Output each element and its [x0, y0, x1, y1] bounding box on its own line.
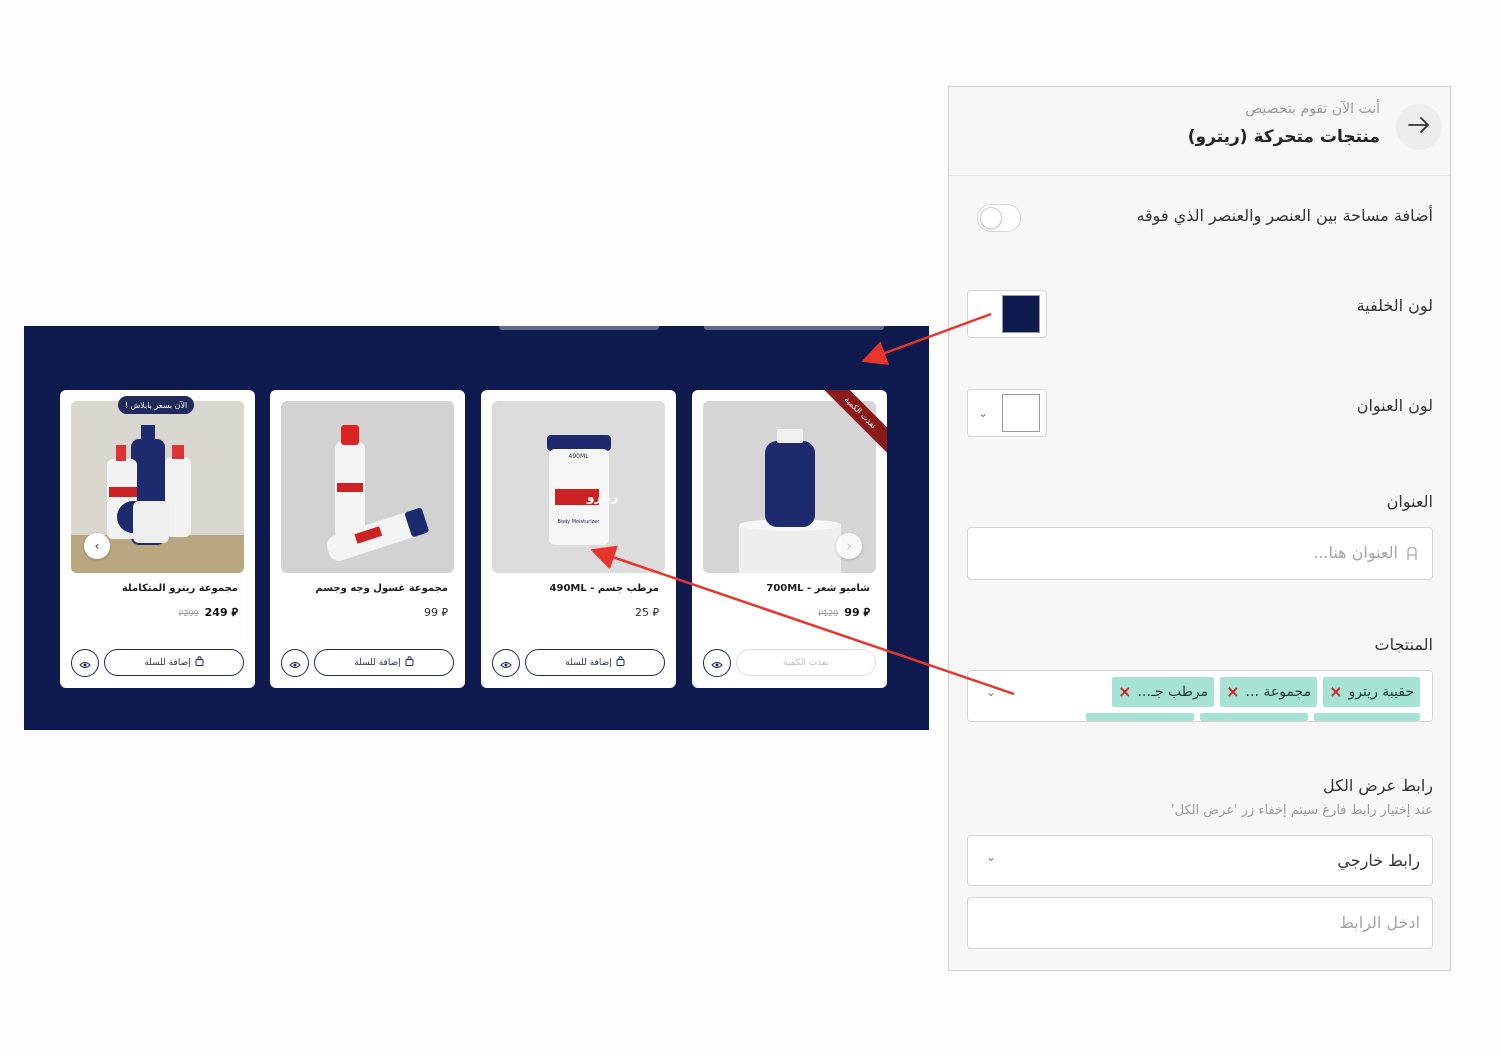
jar-size-label: 490ML	[568, 453, 589, 460]
quick-view-button[interactable]	[281, 649, 309, 677]
title-input[interactable]: العنوان هنا...	[967, 527, 1433, 580]
add-to-cart-label: إضافة للسلة	[144, 657, 191, 668]
faded-text-line	[704, 326, 884, 330]
product-name[interactable]: مرطب جسم - 490ML	[550, 583, 659, 594]
product-image[interactable]	[492, 401, 665, 573]
price-row: ⃁ 99 ⃁129	[818, 606, 870, 620]
overflow-tag	[1086, 713, 1194, 721]
quick-view-button[interactable]	[492, 649, 520, 677]
title-input-placeholder: العنوان هنا...	[1313, 543, 1398, 562]
add-to-cart-button[interactable]: إضافة للسلة	[104, 649, 244, 676]
title-color-picker[interactable]: ⌄	[967, 389, 1047, 437]
quick-view-button[interactable]	[703, 649, 731, 677]
currency-icon: ⃁	[231, 606, 238, 619]
product-card[interactable]: مجموعة غسول وجه وجسم ⃁ 99 إضافة للسلة	[270, 390, 465, 688]
bg-color-picker[interactable]	[967, 290, 1047, 338]
sold-out-label: نفذت الكمية	[782, 657, 830, 668]
product-tag-label: مرطب جـ...	[1137, 684, 1209, 700]
bag-icon	[195, 656, 204, 669]
price-current: ⃁ 25	[634, 606, 659, 619]
eye-icon	[500, 654, 512, 673]
product-card[interactable]: الآن بسعر بابلاش ! ‹ مجموعة ريترو المتكا…	[60, 390, 255, 688]
product-card[interactable]: نفذت الكمية › شامبو شعر - 700ML ⃁ 99 ⃁12…	[692, 390, 887, 688]
slider-prev-arrow[interactable]: ‹	[84, 533, 110, 559]
customize-panel: أنت الآن تقوم بتخصيص منتجات متحركة (ريتر…	[948, 86, 1451, 971]
currency-icon: ⃁	[652, 606, 659, 619]
product-name[interactable]: مجموعة ريترو المتكاملة	[122, 583, 238, 594]
jar-product-label: Body Moisturizer	[557, 519, 600, 525]
price-old: ⃁299	[178, 609, 199, 618]
currency-icon: ⃁	[863, 606, 870, 619]
add-to-cart-button[interactable]: إضافة للسلة	[314, 649, 454, 676]
price-row: ⃁ 99	[424, 606, 448, 620]
spacing-toggle-label: أضافة مساحة بين العنصر والعنصر الذي فوقه	[1136, 206, 1433, 225]
quick-view-button[interactable]	[71, 649, 99, 677]
bg-color-label: لون الخلفية	[1356, 296, 1433, 315]
products-multiselect[interactable]: حقيبة ريترو × مجموعة ... × مرطب جـ... × ⌄	[967, 670, 1433, 722]
link-type-value: رابط خارجي	[1337, 851, 1420, 870]
slider-preview: الآن بسعر بابلاش ! ‹ مجموعة ريترو المتكا…	[24, 326, 929, 730]
title-field-label: العنوان	[1386, 492, 1433, 511]
sold-out-button[interactable]: نفذت الكمية	[736, 649, 876, 676]
jar-brand-wordmark: ريترو	[587, 490, 619, 504]
product-name[interactable]: شامبو شعر - 700ML	[766, 583, 870, 594]
eye-icon	[79, 654, 91, 673]
link-url-placeholder: ادخل الرابط	[1339, 913, 1420, 932]
arrow-right-icon	[1407, 117, 1431, 137]
product-image[interactable]	[281, 401, 454, 573]
overflow-tag	[1200, 713, 1308, 721]
chevron-down-icon: ⌄	[986, 850, 997, 864]
products-label: المنتجات	[1374, 635, 1434, 654]
price-current: ⃁ 99	[423, 606, 448, 619]
chevron-down-icon: ⌄	[978, 406, 989, 420]
remove-x-icon[interactable]: ×	[1226, 684, 1239, 700]
add-to-cart-label: إضافة للسلة	[354, 657, 401, 668]
product-tag[interactable]: مجموعة ... ×	[1220, 677, 1318, 707]
product-tags: حقيبة ريترو × مجموعة ... × مرطب جـ... ×	[1112, 677, 1420, 707]
view-all-hint: عند إختيار رابط فارغ سيتم إخفاء زر 'عرض …	[1171, 803, 1433, 818]
add-to-cart-button[interactable]: إضافة للسلة	[525, 649, 665, 676]
overflow-tag	[1314, 713, 1420, 721]
remove-x-icon[interactable]: ×	[1329, 684, 1342, 700]
bag-icon	[616, 656, 625, 669]
product-card[interactable]: 490ML Body Moisturizer مرطب جسم - 490ML …	[481, 390, 676, 688]
link-type-select[interactable]: رابط خارجي ⌄	[967, 835, 1433, 886]
panel-subtitle: أنت الآن تقوم بتخصيص	[1245, 101, 1380, 117]
product-name[interactable]: مجموعة غسول وجه وجسم	[315, 583, 448, 594]
product-tag[interactable]: مرطب جـ... ×	[1112, 677, 1215, 707]
title-color-swatch	[1002, 394, 1040, 432]
bg-color-swatch	[1002, 295, 1040, 333]
toggle-knob	[980, 207, 1002, 229]
slider-next-arrow[interactable]: ›	[836, 533, 862, 559]
price-current: ⃁ 99	[844, 606, 870, 619]
remove-x-icon[interactable]: ×	[1118, 684, 1131, 700]
overflow-tag-row	[1086, 713, 1420, 721]
currency-icon: ⃁	[441, 606, 448, 619]
product-tag-label: حقيبة ريترو	[1348, 684, 1414, 700]
price-current: ⃁ 249	[204, 606, 238, 619]
product-tag-label: مجموعة ...	[1245, 684, 1312, 700]
add-to-cart-label: إضافة للسلة	[565, 657, 612, 668]
panel-header: أنت الآن تقوم بتخصيص منتجات متحركة (ريتر…	[949, 87, 1450, 176]
link-url-input[interactable]: ادخل الرابط	[967, 897, 1433, 949]
price-old: ⃁129	[818, 609, 839, 618]
text-icon	[1406, 546, 1418, 565]
back-button[interactable]	[1396, 104, 1442, 150]
faded-text-line	[499, 326, 659, 330]
price-row: ⃁ 25	[635, 606, 659, 620]
eye-icon	[289, 654, 301, 673]
view-all-label: رابط عرض الكل	[1323, 776, 1433, 795]
bag-icon	[405, 656, 414, 669]
spacing-toggle[interactable]	[977, 204, 1021, 232]
product-tag[interactable]: حقيبة ريترو ×	[1323, 677, 1420, 707]
chevron-down-icon[interactable]: ⌄	[986, 685, 996, 699]
eye-icon	[711, 654, 723, 673]
promo-badge: الآن بسعر بابلاش !	[118, 396, 194, 414]
price-row: ⃁ 249 ⃁299	[179, 606, 238, 620]
title-color-label: لون العنوان	[1356, 396, 1433, 415]
panel-title: منتجات متحركة (ريترو)	[1187, 127, 1380, 147]
